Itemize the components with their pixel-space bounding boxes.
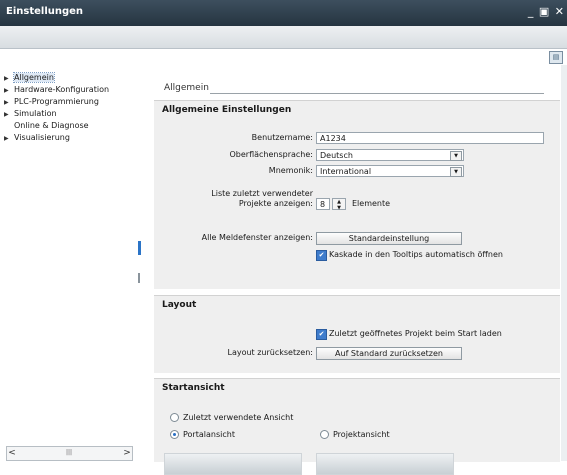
portal-view-preview[interactable]: [164, 453, 302, 475]
title-bar: Einstellungen _ ▣ ✕: [0, 0, 567, 26]
expand-arrow-icon[interactable]: ▶: [4, 135, 14, 142]
username-label: Benutzername:: [251, 133, 313, 142]
top-strip: ▤: [0, 49, 567, 65]
cascade-tooltips-checkbox[interactable]: ✔: [316, 250, 327, 261]
last-view-label: Zuletzt verwendete Ansicht: [183, 413, 294, 422]
panel-splitter[interactable]: [138, 65, 150, 461]
dropdown-arrow-icon[interactable]: ▼: [450, 151, 462, 161]
layout-heading: Layout: [162, 300, 197, 310]
nav-item-label: Allgemein: [13, 72, 55, 83]
splitter-grip[interactable]: [138, 273, 140, 283]
nav-item-allgemein[interactable]: ▶ Allgemein: [4, 72, 55, 83]
expand-arrow-icon[interactable]: ▶: [4, 87, 14, 94]
reset-layout-button[interactable]: Auf Standard zurücksetzen: [316, 347, 462, 360]
nav-item-plc-programmierung[interactable]: ▶ PLC-Programmierung: [4, 97, 99, 107]
expand-arrow-icon[interactable]: ▶: [4, 75, 14, 82]
content-vertical-scrollbar[interactable]: [561, 65, 567, 461]
window-controls[interactable]: _ ▣ ✕: [528, 5, 565, 18]
nav-item-simulation[interactable]: ▶ Simulation: [4, 109, 57, 119]
mnemonic-select[interactable]: International ▼: [316, 165, 464, 177]
radio-portal-view[interactable]: [170, 430, 179, 439]
nav-item-label: Hardware-Konfiguration: [14, 85, 110, 94]
nav-item-label: Simulation: [14, 109, 57, 118]
recent-list-label-2: Projekte anzeigen:: [238, 199, 313, 208]
username-input[interactable]: A1234: [316, 132, 544, 144]
settings-content: Allgemein Allgemeine Einstellungen Benut…: [150, 65, 560, 475]
radio-last-view[interactable]: [170, 413, 179, 422]
recent-list-unit: Elemente: [352, 199, 391, 208]
mnemonic-value: International: [320, 167, 372, 176]
panel-options-icon[interactable]: ▤: [549, 51, 563, 64]
toolbar: [0, 26, 567, 49]
project-view-label: Projektansicht: [333, 430, 390, 439]
ui-language-label: Oberflächensprache:: [229, 150, 313, 159]
recent-list-label: Liste zuletzt verwendeter: [211, 189, 313, 198]
scroll-right-icon[interactable]: >: [122, 447, 132, 460]
project-view-preview[interactable]: [316, 453, 454, 475]
cascade-tooltips-label: Kaskade in den Tooltips automatisch öffn…: [329, 250, 503, 259]
section-divider: [210, 93, 544, 94]
window-title: Einstellungen: [6, 6, 84, 17]
section-title: Allgemein: [164, 83, 209, 93]
layout-reset-label: Layout zurücksetzen:: [227, 348, 313, 357]
dropdown-arrow-icon[interactable]: ▼: [450, 167, 462, 177]
nav-item-visualisierung[interactable]: ▶ Visualisierung: [4, 133, 70, 143]
mnemonic-label: Mnemonik:: [268, 166, 313, 175]
scroll-thumb[interactable]: |||: [55, 449, 83, 457]
portal-view-label: Portalansicht: [183, 430, 235, 439]
open-last-project-checkbox[interactable]: ✔: [316, 329, 327, 340]
nav-item-label: Visualisierung: [14, 133, 70, 142]
recent-list-stepper[interactable]: ▲ ▼: [332, 198, 346, 211]
recent-list-count-input[interactable]: 8: [316, 198, 330, 210]
open-last-project-label: Zuletzt geöffnetes Projekt beim Start la…: [329, 329, 502, 338]
layout-group: Layout ✔ Zuletzt geöffnetes Projekt beim…: [154, 295, 560, 373]
ui-language-select[interactable]: Deutsch ▼: [316, 149, 464, 161]
general-settings-group: Allgemeine Einstellungen Benutzername: A…: [154, 100, 560, 289]
start-view-heading: Startansicht: [162, 383, 225, 393]
message-windows-label: Alle Meldefenster anzeigen:: [201, 233, 313, 242]
nav-item-hardware-konfiguration[interactable]: ▶ Hardware-Konfiguration: [4, 85, 109, 95]
nav-horizontal-scrollbar[interactable]: < ||| >: [6, 446, 133, 461]
scroll-left-icon[interactable]: <: [7, 447, 17, 460]
settings-navigation: ▶ Allgemein ▶ Hardware-Konfiguration ▶ PLC-…: [0, 65, 139, 461]
nav-item-label: PLC-Programmierung: [14, 97, 99, 106]
expand-arrow-icon[interactable]: ▶: [4, 111, 14, 118]
ui-language-value: Deutsch: [320, 151, 353, 160]
radio-project-view[interactable]: [320, 430, 329, 439]
nav-item-online-diagnose[interactable]: Online & Diagnose: [14, 121, 89, 131]
nav-item-label: Online & Diagnose: [14, 121, 89, 130]
general-settings-heading: Allgemeine Einstellungen: [162, 105, 292, 115]
start-view-group: Startansicht Zuletzt verwendete Ansicht …: [154, 378, 560, 462]
default-settings-button[interactable]: Standardeinstellung: [316, 232, 462, 245]
expand-arrow-icon[interactable]: ▶: [4, 99, 14, 106]
splitter-handle[interactable]: [138, 241, 141, 255]
